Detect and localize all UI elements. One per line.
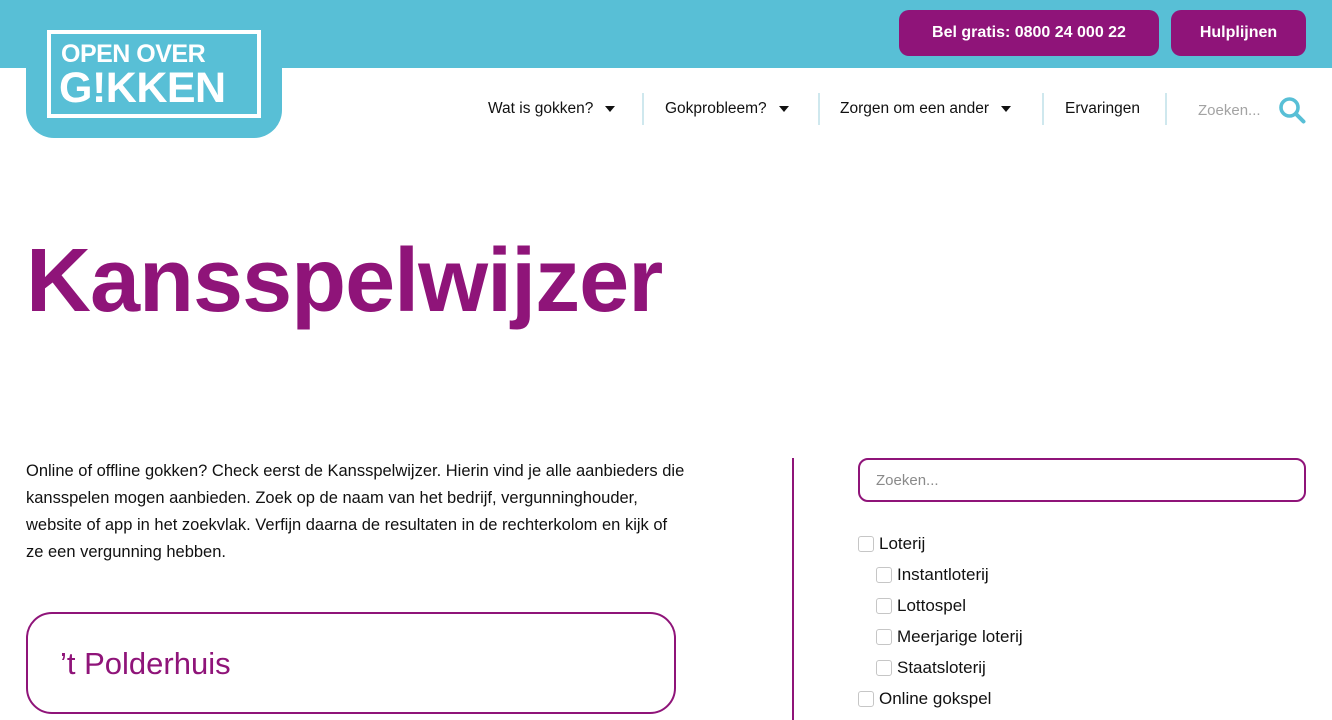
caret-down-icon [1001,106,1012,112]
helplines-button[interactable]: Hulplijnen [1171,10,1306,56]
checkbox-icon[interactable] [858,536,874,552]
filter-option-label: Loterij [879,534,926,553]
nav-separator [642,93,644,125]
checkbox-icon[interactable] [876,567,892,583]
nav-separator [1165,93,1167,125]
nav-item-label: Ervaringen [1065,100,1140,117]
call-free-button[interactable]: Bel gratis: 0800 24 000 22 [899,10,1159,56]
filter-option-lottospel[interactable]: Lottospel [876,594,966,618]
search-icon[interactable] [1278,96,1306,124]
checkbox-icon[interactable] [876,629,892,645]
nav-item-zorgen-om-een-ander[interactable]: Zorgen om een ander [840,94,1012,124]
filter-option-label: Staatsloterij [897,658,986,677]
filter-option-label: Online gokspel [879,689,992,708]
column-divider [792,458,794,720]
nav-item-wat-is-gokken[interactable]: Wat is gokken? [488,94,616,124]
nav-item-gokprobleem[interactable]: Gokprobleem? [665,94,789,124]
logo-text-line2: G!KKEN [59,64,226,112]
caret-down-icon [605,106,616,112]
nav-item-label: Gokprobleem? [665,100,767,117]
filter-option-meerjarige-loterij[interactable]: Meerjarige loterij [876,625,1023,649]
nav-item-ervaringen[interactable]: Ervaringen [1065,94,1140,124]
filter-option-online-gokspel[interactable]: Online gokspel [858,687,991,711]
caret-down-icon [778,106,789,112]
filter-option-label: Lottospel [897,596,966,615]
result-card[interactable]: ’t Polderhuis [26,612,676,714]
nav-search-input[interactable] [1198,97,1268,123]
checkbox-icon[interactable] [876,598,892,614]
page-title: Kansspelwijzer [26,231,663,331]
nav-item-label: Wat is gokken? [488,100,594,117]
filter-option-instantloterij[interactable]: Instantloterij [876,563,989,587]
filter-search-input[interactable] [858,458,1306,502]
checkbox-icon[interactable] [876,660,892,676]
nav-separator [818,93,820,125]
filter-option-staatsloterij[interactable]: Staatsloterij [876,656,986,680]
result-title: ’t Polderhuis [60,646,231,681]
checkbox-icon[interactable] [858,691,874,707]
intro-text: Online of offline gokken? Check eerst de… [26,462,685,561]
filter-option-label: Meerjarige loterij [897,627,1023,646]
nav-item-label: Zorgen om een ander [840,100,990,117]
filter-option-loterij[interactable]: Loterij [858,532,925,556]
logo-frame-gap [248,60,257,108]
filter-option-label: Instantloterij [897,565,989,584]
nav-separator [1042,93,1044,125]
